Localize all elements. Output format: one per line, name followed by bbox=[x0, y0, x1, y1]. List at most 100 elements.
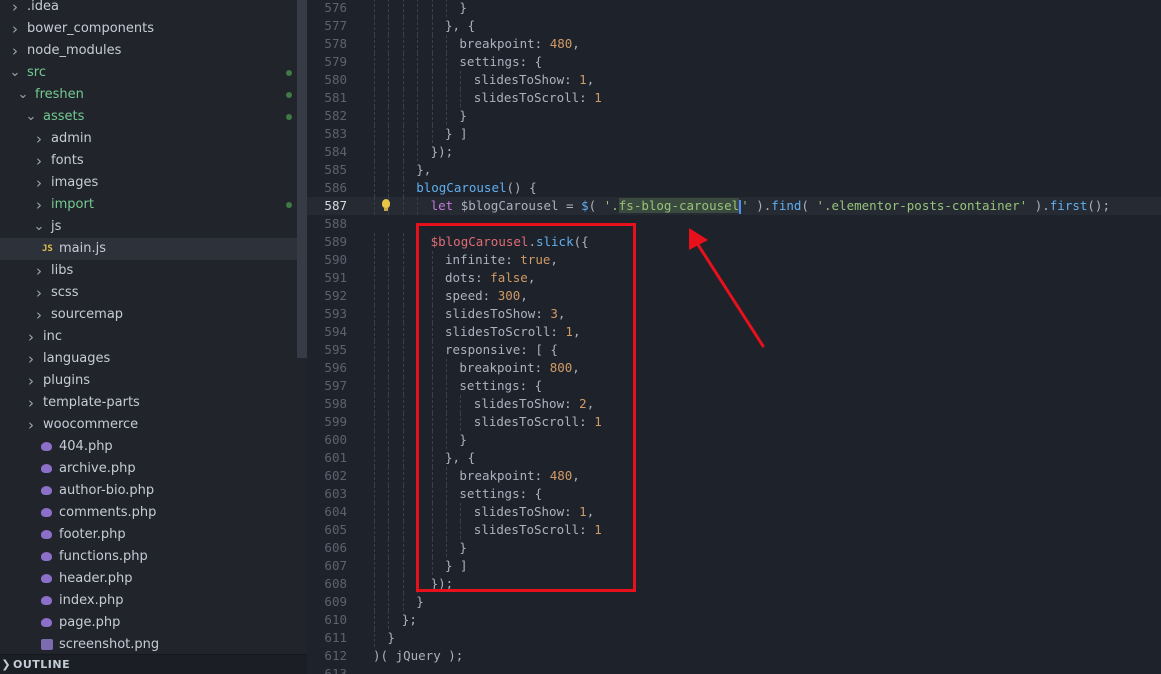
code-line[interactable]: 581 slidesToScroll: 1 bbox=[307, 89, 1161, 107]
annotation-highlight-box bbox=[416, 223, 636, 592]
tree-file[interactable]: functions.php bbox=[0, 546, 297, 568]
code-line[interactable]: 576} bbox=[307, 0, 1161, 17]
code-line[interactable]: 585}, bbox=[307, 161, 1161, 179]
code-line[interactable]: 613 bbox=[307, 665, 1161, 674]
tree-folder[interactable]: ⌄ freshen bbox=[0, 84, 297, 106]
tree-item-label: index.php bbox=[59, 593, 124, 608]
indent-guide bbox=[388, 557, 390, 575]
chevron-right-icon[interactable]: › bbox=[24, 326, 38, 348]
indent-guide bbox=[374, 593, 375, 611]
tree-folder[interactable]: › libs bbox=[0, 260, 297, 282]
sidebar-scrollbar[interactable] bbox=[297, 0, 307, 358]
tree-folder[interactable]: › import bbox=[0, 194, 297, 216]
code-text: breakpoint: 480, bbox=[459, 35, 579, 53]
indent-guide bbox=[402, 449, 404, 467]
code-token: : { bbox=[519, 54, 543, 69]
tree-folder[interactable]: › .idea bbox=[0, 0, 297, 18]
tree-file[interactable]: comments.php bbox=[0, 502, 297, 524]
tree-folder[interactable]: › fonts bbox=[0, 150, 297, 172]
indent-guide bbox=[402, 593, 404, 611]
tree-folder[interactable]: › scss bbox=[0, 282, 297, 304]
code-token: } bbox=[416, 594, 424, 609]
code-editor[interactable]: 576} 577 }, {578 breakpoint: 480, 579 setting… bbox=[307, 0, 1161, 674]
tree-file[interactable]: index.php bbox=[0, 590, 297, 612]
chevron-right-icon[interactable]: › bbox=[32, 194, 46, 216]
line-number: 601 bbox=[324, 450, 347, 465]
chevron-down-icon[interactable]: ⌄ bbox=[16, 84, 30, 106]
tree-file[interactable]: page.php bbox=[0, 612, 297, 634]
indent-guide bbox=[374, 341, 375, 359]
code-line[interactable]: 587 let $blogCarousel = $( '.fs-blog-caro… bbox=[307, 197, 1161, 215]
code-line[interactable]: 586 blogCarousel() { bbox=[307, 179, 1161, 197]
tree-folder[interactable]: › images bbox=[0, 172, 297, 194]
line-number: 577 bbox=[324, 18, 347, 33]
indent-guide bbox=[431, 125, 433, 143]
code-line[interactable]: 612)( jQuery ); bbox=[307, 647, 1161, 665]
chevron-right-icon[interactable]: › bbox=[24, 370, 38, 392]
tree-file[interactable]: screenshot.png bbox=[0, 634, 297, 656]
indent-guide bbox=[388, 0, 390, 17]
indent-guide bbox=[417, 107, 419, 125]
tree-folder[interactable]: › woocommerce bbox=[0, 414, 297, 436]
code-token: (); bbox=[1087, 198, 1110, 213]
lightbulb-icon[interactable] bbox=[379, 197, 393, 215]
line-number: 593 bbox=[324, 306, 347, 321]
code-text: )( jQuery ); bbox=[373, 647, 463, 665]
chevron-down-icon[interactable]: ⌄ bbox=[24, 106, 38, 128]
code-line[interactable]: 580 slidesToShow: 1, bbox=[307, 71, 1161, 89]
indent-guide bbox=[402, 179, 404, 197]
code-text: }, { bbox=[445, 17, 475, 35]
code-line[interactable]: 577 }, { bbox=[307, 17, 1161, 35]
code-line[interactable]: 611} bbox=[307, 629, 1161, 647]
chevron-right-icon[interactable]: › bbox=[32, 172, 46, 194]
code-text: let $blogCarousel = $( '.fs-blog-carouse… bbox=[431, 197, 1110, 215]
tree-file[interactable]: footer.php bbox=[0, 524, 297, 546]
tree-folder[interactable]: › template-parts bbox=[0, 392, 297, 414]
tree-folder[interactable]: › admin bbox=[0, 128, 297, 150]
tree-item-label: header.php bbox=[59, 571, 133, 586]
tree-folder[interactable]: › sourcemap bbox=[0, 304, 297, 326]
chevron-down-icon[interactable]: ⌄ bbox=[32, 216, 46, 238]
code-line[interactable]: 582} bbox=[307, 107, 1161, 125]
chevron-right-icon[interactable]: › bbox=[32, 282, 46, 304]
tree-folder[interactable]: ⌄ js bbox=[0, 216, 297, 238]
tree-file[interactable]: 404.php bbox=[0, 436, 297, 458]
chevron-right-icon[interactable]: › bbox=[8, 0, 22, 18]
tree-folder[interactable]: › bower_components bbox=[0, 18, 297, 40]
code-text: }, bbox=[416, 161, 431, 179]
code-token: : bbox=[534, 36, 550, 51]
chevron-right-icon[interactable]: › bbox=[32, 150, 46, 172]
line-number: 592 bbox=[324, 288, 347, 303]
chevron-right-icon[interactable]: › bbox=[24, 414, 38, 436]
chevron-right-icon[interactable]: › bbox=[32, 128, 46, 150]
tree-folder[interactable]: › plugins bbox=[0, 370, 297, 392]
chevron-right-icon[interactable]: › bbox=[32, 260, 46, 282]
tree-folder[interactable]: › languages bbox=[0, 348, 297, 370]
chevron-right-icon[interactable]: › bbox=[8, 40, 22, 62]
code-line[interactable]: 584}); bbox=[307, 143, 1161, 161]
tree-folder[interactable]: › inc bbox=[0, 326, 297, 348]
code-line[interactable]: 610}; bbox=[307, 611, 1161, 629]
tree-folder[interactable]: ⌄ src bbox=[0, 62, 297, 84]
tree-file[interactable]: header.php bbox=[0, 568, 297, 590]
tree-folder[interactable]: ⌄ assets bbox=[0, 106, 297, 128]
outline-panel-header[interactable]: ❯ OUTLINE bbox=[0, 654, 307, 674]
chevron-right-icon[interactable]: › bbox=[24, 392, 38, 414]
tree-file[interactable]: JS main.js bbox=[0, 238, 297, 260]
line-number: 587 bbox=[324, 198, 347, 213]
chevron-right-icon[interactable]: › bbox=[8, 18, 22, 40]
code-token: '.elementor-posts-container' bbox=[816, 198, 1028, 213]
code-line[interactable]: 578 breakpoint: 480, bbox=[307, 35, 1161, 53]
line-number: 599 bbox=[324, 414, 347, 429]
chevron-right-icon[interactable]: › bbox=[32, 304, 46, 326]
php-elephant-icon bbox=[41, 508, 52, 517]
code-line[interactable]: 609} bbox=[307, 593, 1161, 611]
code-token: } bbox=[459, 0, 467, 15]
code-line[interactable]: 583} ] bbox=[307, 125, 1161, 143]
chevron-right-icon[interactable]: › bbox=[24, 348, 38, 370]
chevron-down-icon[interactable]: ⌄ bbox=[8, 62, 22, 84]
tree-folder[interactable]: › node_modules bbox=[0, 40, 297, 62]
code-line[interactable]: 579 settings: { bbox=[307, 53, 1161, 71]
tree-file[interactable]: archive.php bbox=[0, 458, 297, 480]
tree-file[interactable]: author-bio.php bbox=[0, 480, 297, 502]
